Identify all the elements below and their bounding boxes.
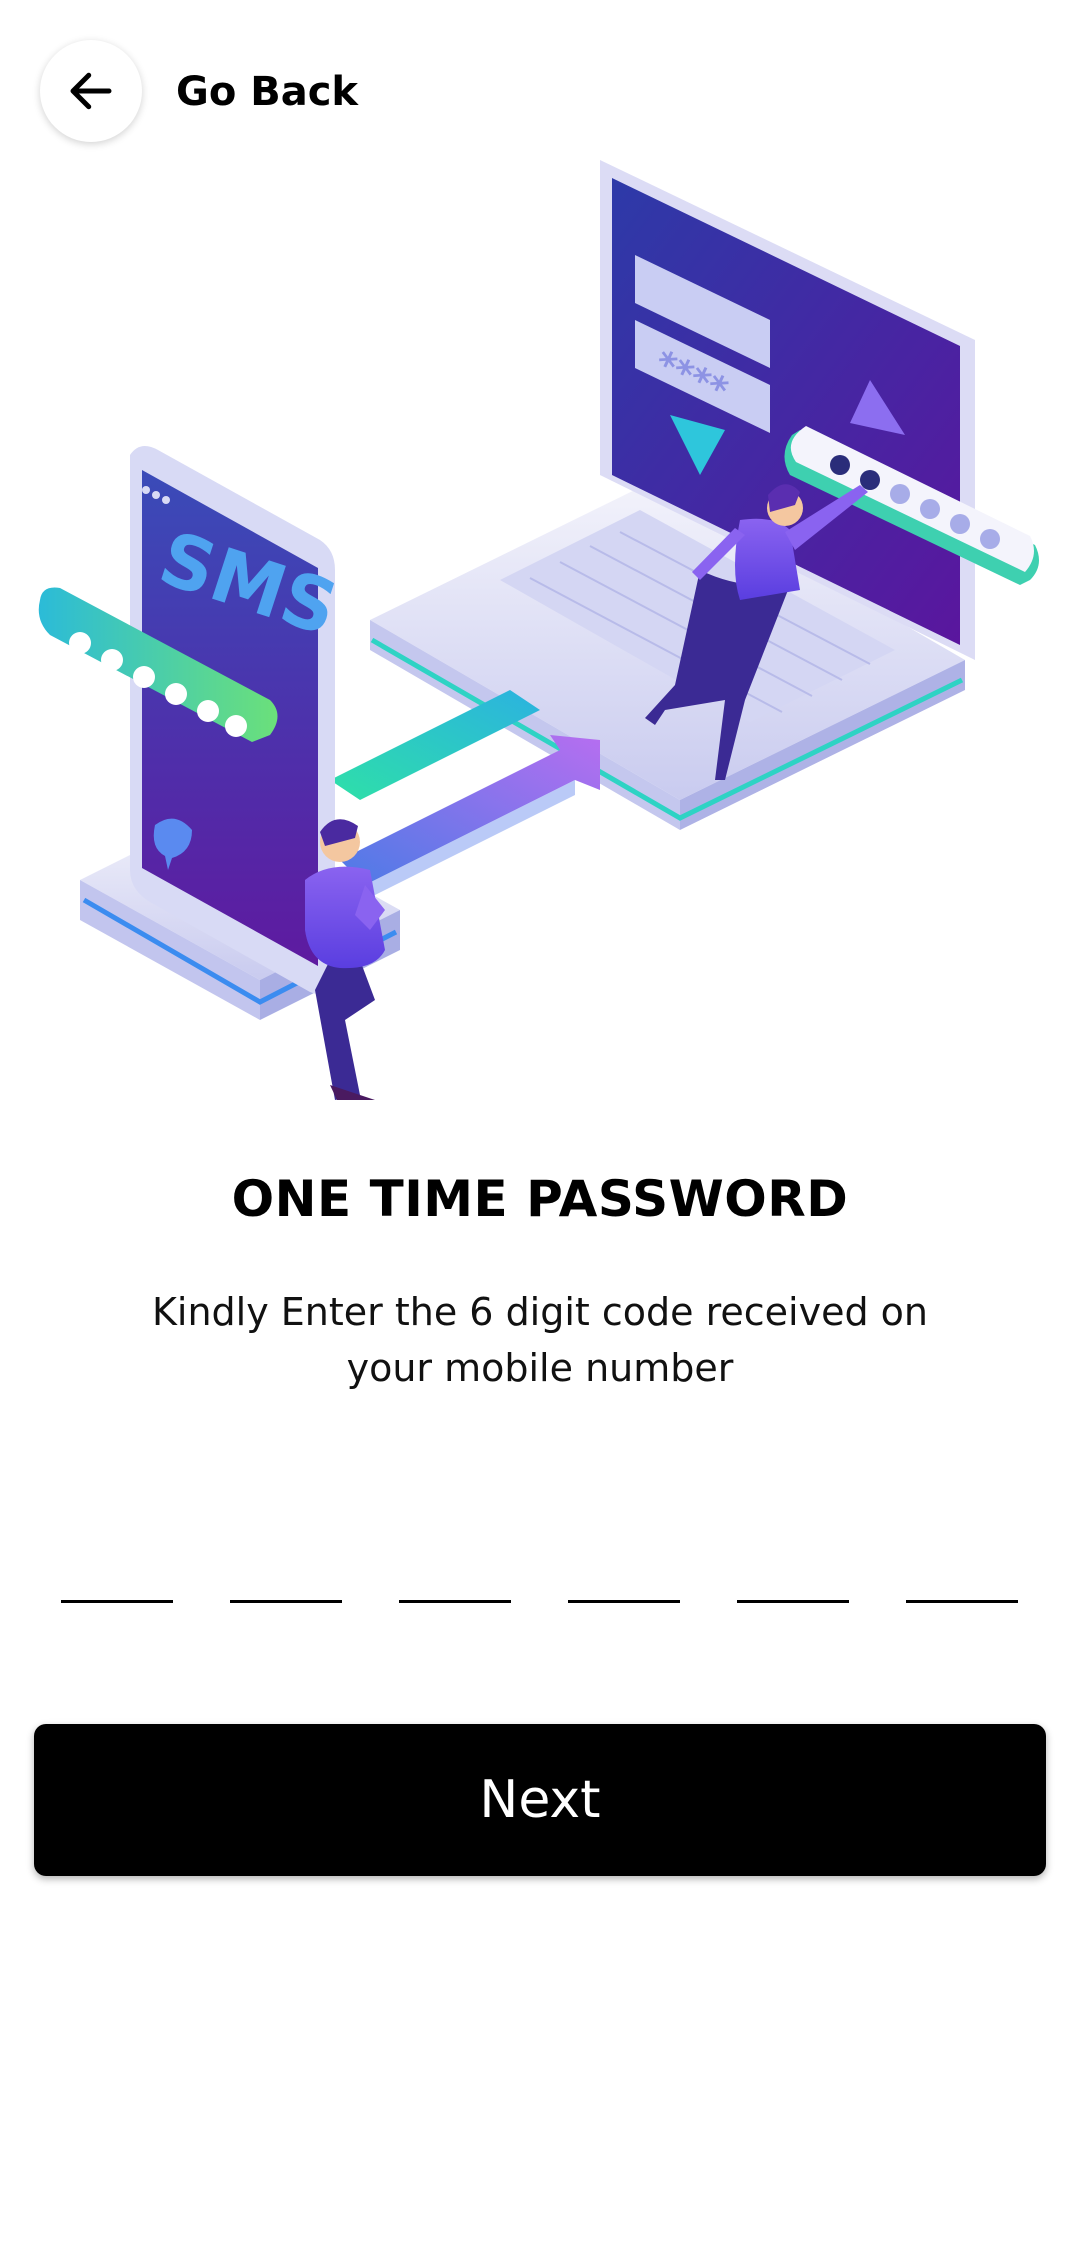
- page-title: ONE TIME PASSWORD: [231, 1170, 849, 1228]
- arrow-left-icon: [70, 72, 112, 110]
- otp-verification-illustration: **** SMS: [38, 160, 1039, 1100]
- next-button[interactable]: Next: [34, 1724, 1046, 1876]
- next-button-label: Next: [479, 1770, 601, 1830]
- otp-digit-6[interactable]: [906, 1530, 1018, 1603]
- page-subtitle: Kindly Enter the 6 digit code received o…: [151, 1290, 929, 1390]
- otp-digit-4[interactable]: [568, 1530, 680, 1603]
- otp-digit-2[interactable]: [230, 1530, 342, 1603]
- otp-input-row: [61, 1530, 1019, 1603]
- otp-digit-5[interactable]: [737, 1530, 849, 1603]
- otp-screen: Go Back **** SMS ONE TIME PASSWORD Kindl…: [0, 0, 1080, 2266]
- otp-digit-1[interactable]: [61, 1530, 173, 1603]
- back-button[interactable]: [40, 40, 142, 142]
- go-back-label[interactable]: Go Back: [176, 64, 358, 120]
- otp-digit-3[interactable]: [399, 1530, 511, 1603]
